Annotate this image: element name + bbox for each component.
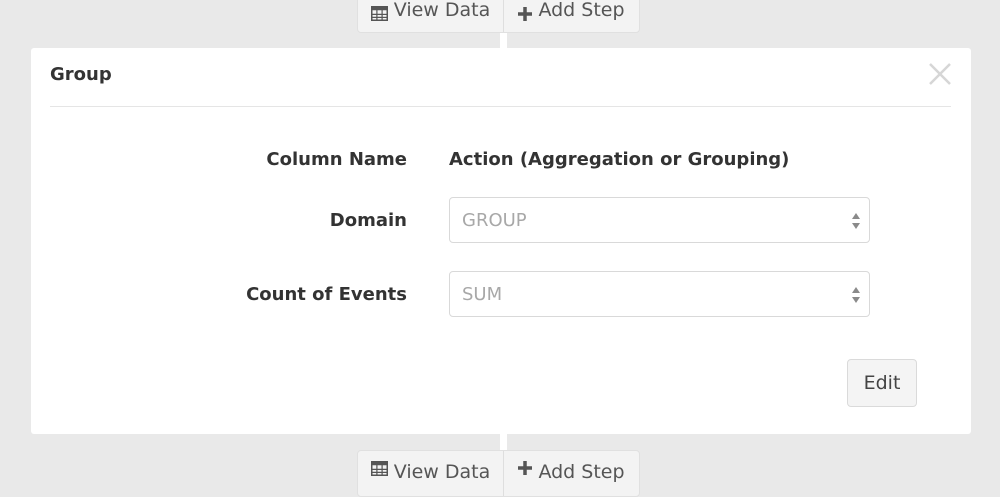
count-of-events-action-select[interactable]: SUM <box>449 271 870 317</box>
connector-line-top <box>500 30 507 50</box>
view-data-button[interactable]: View Data <box>358 451 504 496</box>
view-data-button[interactable]: View Data <box>358 0 504 32</box>
group-step-card: Group Column Name Action (Aggregation or… <box>31 48 971 434</box>
edit-button[interactable]: Edit <box>847 359 917 407</box>
step-actions-top: View Data Add Step <box>357 0 640 33</box>
domain-action-value: GROUP <box>462 209 527 231</box>
add-step-button[interactable]: Add Step <box>504 0 639 32</box>
add-step-label: Add Step <box>538 0 625 21</box>
action-header: Action (Aggregation or Grouping) <box>449 149 790 170</box>
select-arrows-icon <box>851 211 861 231</box>
domain-action-select[interactable]: GROUP <box>449 197 870 243</box>
title-divider <box>50 106 951 107</box>
close-icon[interactable] <box>928 62 952 86</box>
row-label-domain: Domain <box>329 210 407 231</box>
view-data-label: View Data <box>393 0 491 21</box>
column-name-header: Column Name <box>266 149 407 170</box>
plus-icon <box>518 461 533 475</box>
card-title: Group <box>50 64 112 85</box>
add-step-button[interactable]: Add Step <box>504 451 639 496</box>
table-icon <box>370 6 388 21</box>
step-actions-bottom: View Data Add Step <box>357 450 640 497</box>
plus-icon <box>518 7 533 21</box>
table-icon <box>370 461 388 476</box>
count-of-events-action-value: SUM <box>462 283 503 305</box>
add-step-label: Add Step <box>538 461 625 483</box>
select-arrows-icon <box>851 285 861 305</box>
row-label-count-of-events: Count of Events <box>246 284 407 305</box>
view-data-label: View Data <box>393 461 491 483</box>
